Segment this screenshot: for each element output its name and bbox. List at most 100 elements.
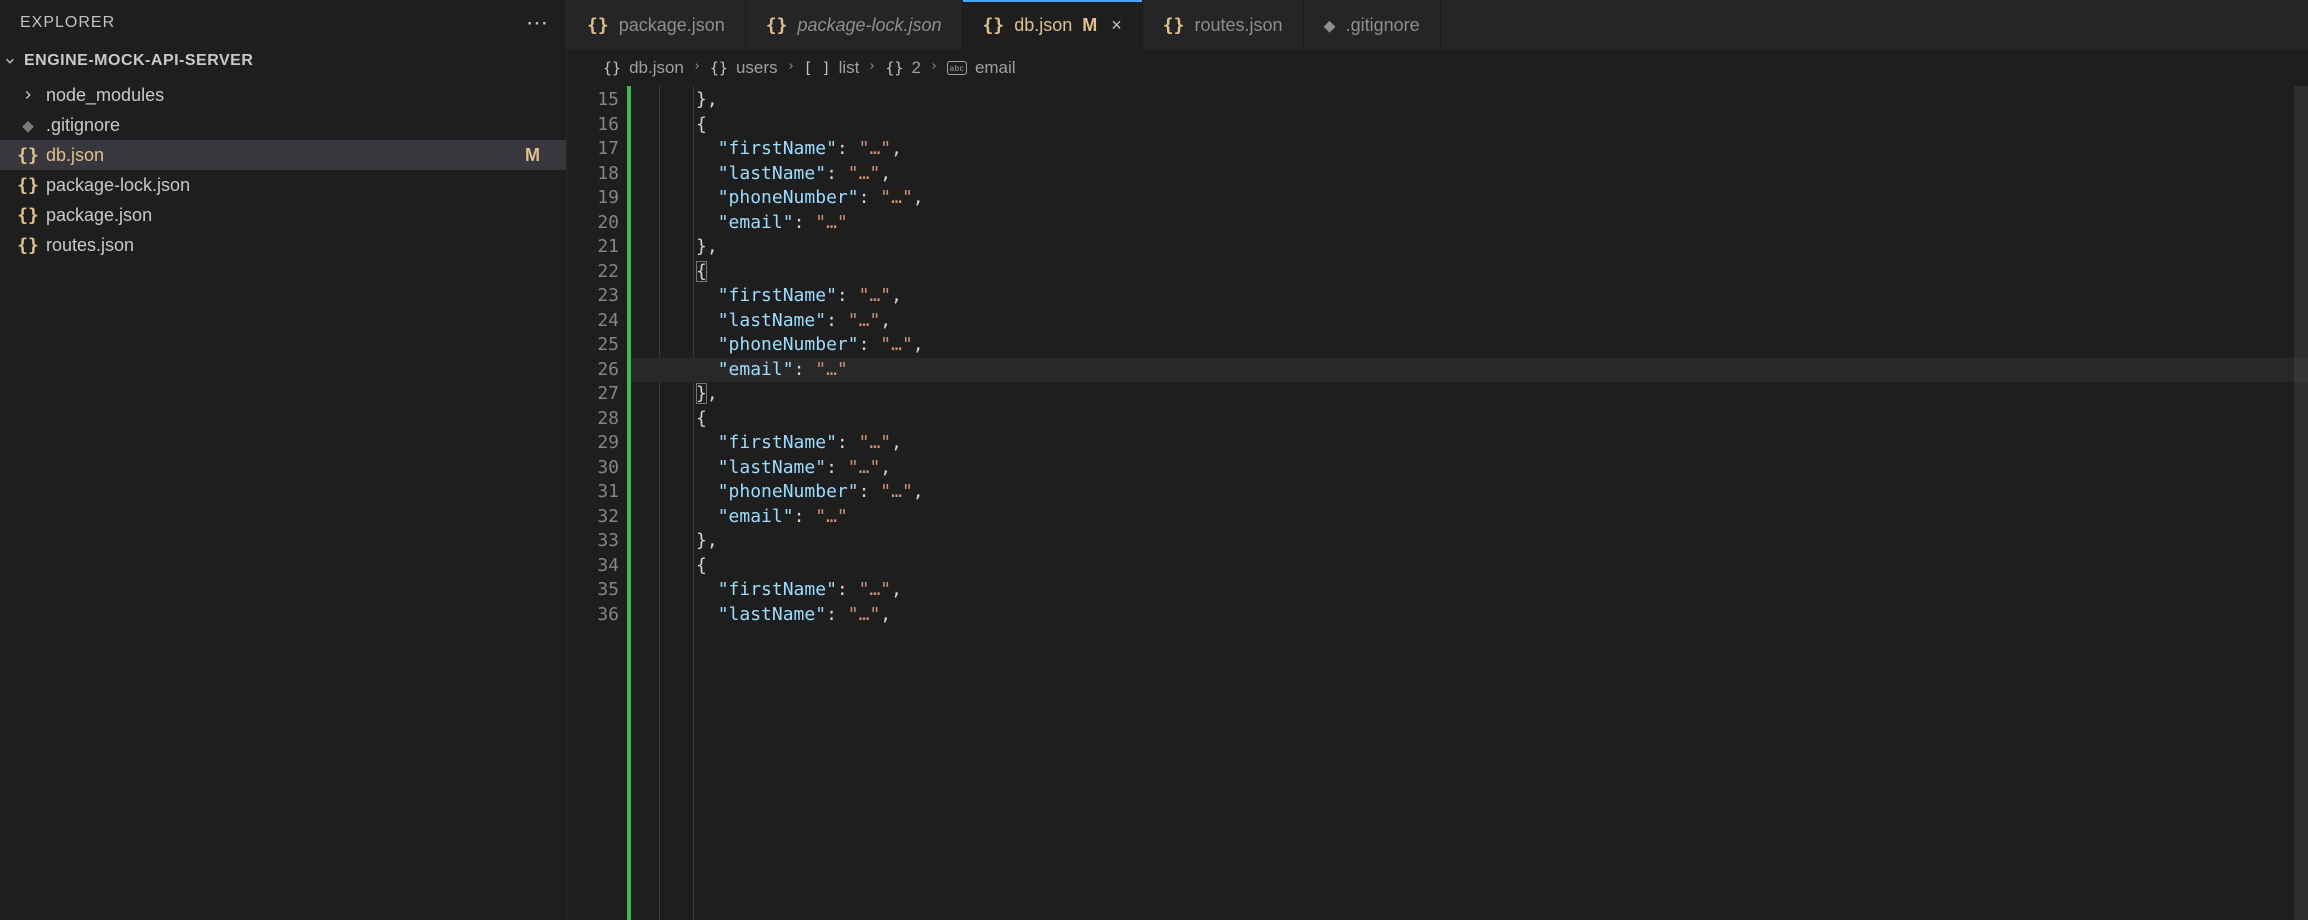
line-number: 27	[567, 382, 627, 407]
file-row[interactable]: {} routes.json	[0, 230, 566, 260]
object-icon: {}	[603, 59, 621, 77]
code-line[interactable]: "firstName": "…",	[631, 431, 2308, 456]
breadcrumb-segment[interactable]: 2	[911, 58, 920, 78]
file-name: node_modules	[46, 85, 566, 106]
code-line[interactable]: "phoneNumber": "…",	[631, 333, 2308, 358]
array-icon: [ ]	[804, 59, 831, 77]
gitignore-icon: ◆	[1324, 13, 1336, 37]
project-name: ENGINE-MOCK-API-SERVER	[24, 52, 253, 70]
code-line[interactable]: "lastName": "…",	[631, 603, 2308, 628]
line-number-gutter: 1516171819202122232425262728293031323334…	[567, 86, 627, 920]
file-name: .gitignore	[46, 115, 566, 136]
line-number: 15	[567, 88, 627, 113]
code-line[interactable]: {	[631, 260, 2308, 285]
code-line[interactable]: "phoneNumber": "…",	[631, 480, 2308, 505]
json-icon: {}	[18, 175, 38, 196]
folder-row[interactable]: node_modules	[0, 80, 566, 110]
tab[interactable]: ◆.gitignore	[1304, 0, 1441, 50]
code-editor[interactable]: 1516171819202122232425262728293031323334…	[567, 86, 2308, 920]
line-number: 29	[567, 431, 627, 456]
line-number: 31	[567, 480, 627, 505]
code-line[interactable]: {	[631, 407, 2308, 432]
project-root[interactable]: ENGINE-MOCK-API-SERVER	[0, 46, 566, 76]
breadcrumb-segment[interactable]: list	[839, 58, 860, 78]
tab-strip: {}package.json{}package-lock.json{}db.js…	[567, 0, 2308, 50]
code-line[interactable]: },	[631, 88, 2308, 113]
line-number: 35	[567, 578, 627, 603]
file-row[interactable]: ◆ .gitignore	[0, 110, 566, 140]
code-line[interactable]: },	[631, 235, 2308, 260]
close-icon[interactable]: ×	[1111, 15, 1122, 36]
file-row[interactable]: {}package-lock.json	[0, 170, 566, 200]
explorer-header: EXPLORER ⋯	[0, 0, 566, 46]
line-number: 32	[567, 505, 627, 530]
tab[interactable]: {} db.json M ×	[963, 0, 1143, 50]
code-content[interactable]: }, { "firstName": "…", "lastName": "…", …	[631, 86, 2308, 920]
chevron-down-icon	[2, 54, 18, 68]
line-number: 36	[567, 603, 627, 628]
json-icon: {}	[587, 15, 609, 36]
breadcrumb-separator	[786, 58, 796, 78]
breadcrumb-separator	[692, 58, 702, 78]
string-field-icon: abc	[947, 61, 967, 75]
scrollbar[interactable]	[2294, 86, 2308, 920]
code-line[interactable]: "email": "…"	[631, 211, 2308, 236]
editor-area: {}package.json{}package-lock.json{}db.js…	[567, 0, 2308, 920]
modified-badge: M	[1082, 15, 1097, 36]
line-number: 26	[567, 358, 627, 383]
explorer-title: EXPLORER	[20, 14, 115, 32]
json-icon: {}	[1163, 15, 1185, 36]
line-number: 16	[567, 113, 627, 138]
line-number: 34	[567, 554, 627, 579]
code-line[interactable]: "firstName": "…",	[631, 284, 2308, 309]
json-icon: {}	[983, 15, 1005, 36]
line-number: 21	[567, 235, 627, 260]
gitignore-icon: ◆	[18, 113, 38, 137]
code-line[interactable]: {	[631, 113, 2308, 138]
file-name: package.json	[46, 205, 566, 226]
code-line[interactable]: "firstName": "…",	[631, 137, 2308, 162]
code-line[interactable]: "lastName": "…",	[631, 456, 2308, 481]
json-icon: {}	[18, 145, 38, 166]
line-number: 17	[567, 137, 627, 162]
code-line[interactable]: "firstName": "…",	[631, 578, 2308, 603]
breadcrumb-separator	[929, 58, 939, 78]
code-line[interactable]: },	[631, 382, 2308, 407]
json-icon: {}	[18, 235, 38, 256]
line-number: 25	[567, 333, 627, 358]
breadcrumb-segment[interactable]: email	[975, 58, 1016, 78]
file-name: routes.json	[46, 235, 566, 256]
code-line[interactable]: "lastName": "…",	[631, 162, 2308, 187]
file-row[interactable]: {} package.json	[0, 200, 566, 230]
line-number: 30	[567, 456, 627, 481]
line-number: 20	[567, 211, 627, 236]
more-actions-icon[interactable]: ⋯	[526, 18, 548, 28]
file-name: db.json	[46, 145, 517, 166]
json-icon: {}	[766, 15, 788, 36]
breadcrumb-separator	[867, 58, 877, 78]
tab-label: package.json	[619, 15, 725, 36]
tab-label: routes.json	[1194, 15, 1282, 36]
json-icon: {}	[18, 205, 38, 226]
breadcrumb[interactable]: {}db.json{}users[ ]list{}2abcemail	[567, 50, 2308, 86]
code-line[interactable]: "phoneNumber": "…",	[631, 186, 2308, 211]
line-number: 23	[567, 284, 627, 309]
code-line[interactable]: {	[631, 554, 2308, 579]
line-number: 33	[567, 529, 627, 554]
object-icon: {}	[710, 59, 728, 77]
breadcrumb-segment[interactable]: db.json	[629, 58, 684, 78]
code-line[interactable]: "lastName": "…",	[631, 309, 2308, 334]
tab[interactable]: {} routes.json	[1143, 0, 1304, 50]
line-number: 18	[567, 162, 627, 187]
code-line[interactable]: "email": "…"	[631, 358, 2308, 383]
line-number: 22	[567, 260, 627, 285]
breadcrumb-segment[interactable]: users	[736, 58, 778, 78]
code-line[interactable]: },	[631, 529, 2308, 554]
tab-label: db.json	[1014, 15, 1072, 36]
file-row[interactable]: {}db.jsonM	[0, 140, 566, 170]
explorer-sidebar: EXPLORER ⋯ ENGINE-MOCK-API-SERVER node_m…	[0, 0, 567, 920]
tab[interactable]: {} package.json	[567, 0, 746, 50]
code-line[interactable]: "email": "…"	[631, 505, 2308, 530]
tab[interactable]: {}package-lock.json	[746, 0, 963, 50]
chevron-right-icon	[18, 88, 38, 102]
